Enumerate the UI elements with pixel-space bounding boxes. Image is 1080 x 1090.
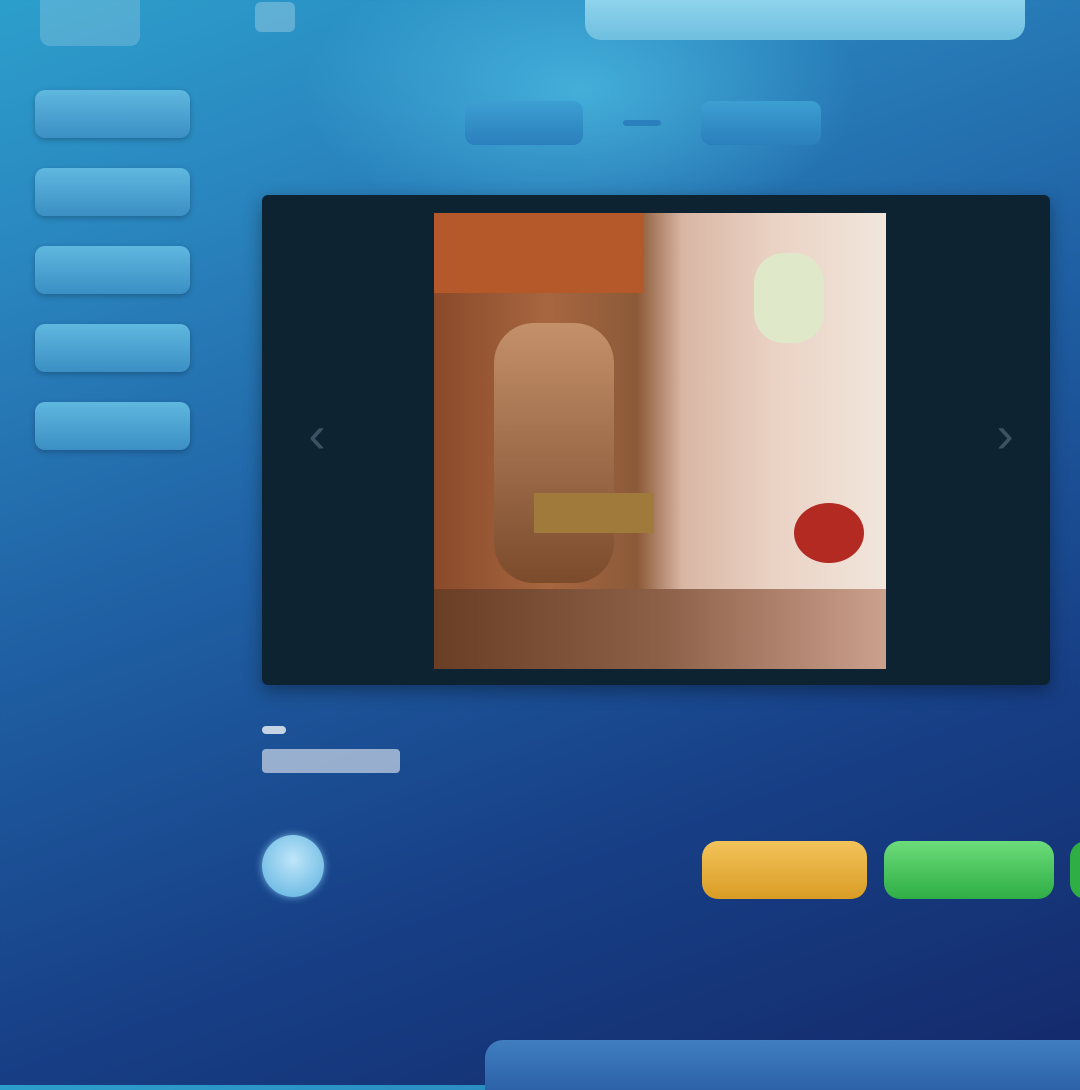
media-title-sub [262, 749, 400, 773]
sidebar-item-5[interactable] [35, 402, 190, 450]
chevron-left-icon[interactable]: ‹ [292, 395, 342, 475]
more-button[interactable] [1070, 841, 1080, 899]
tab-primary[interactable] [465, 101, 583, 145]
tab-secondary[interactable] [701, 101, 821, 145]
avatar[interactable] [262, 835, 324, 897]
sidebar [35, 90, 190, 480]
media-title [262, 718, 1042, 773]
tab-divider [623, 120, 661, 126]
media-title-strong [262, 726, 286, 734]
footer-bar[interactable] [485, 1040, 1080, 1090]
share-button[interactable] [884, 841, 1054, 899]
sidebar-item-4[interactable] [35, 324, 190, 372]
menu-icon[interactable] [255, 2, 295, 32]
action-bar [262, 835, 1080, 905]
site-logo[interactable] [40, 0, 140, 46]
media-viewer[interactable]: ‹ › [262, 195, 1050, 685]
chevron-right-icon[interactable]: › [980, 395, 1030, 475]
sidebar-item-2[interactable] [35, 168, 190, 216]
download-button[interactable] [702, 841, 867, 899]
tab-bar [465, 100, 821, 146]
media-image[interactable] [434, 213, 886, 669]
sidebar-item-3[interactable] [35, 246, 190, 294]
search-input[interactable] [585, 0, 1025, 40]
sidebar-item-1[interactable] [35, 90, 190, 138]
